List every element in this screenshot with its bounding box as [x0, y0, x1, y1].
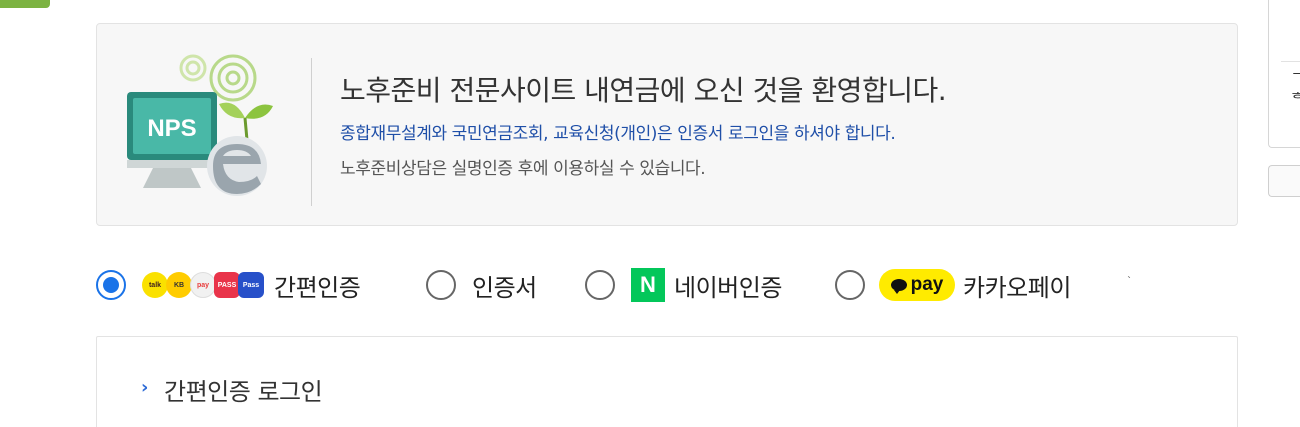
chevron-right-icon: ›: [141, 377, 149, 398]
kakao-icon: talk: [142, 272, 168, 298]
welcome-title: 노후준비 전문사이트 내연금에 오신 것을 환영합니다.: [340, 74, 947, 107]
auth-option-label: 카카오페이: [963, 273, 1071, 302]
payco-icon: pay: [190, 272, 216, 298]
consult-notice: 노후준비상담은 실명인증 후에 이용하실 수 있습니다.: [340, 159, 706, 179]
kakaopay-logo-icon: pay: [879, 269, 955, 301]
auth-option-simple[interactable]: talk KB pay PASS Pass 간편인증: [96, 260, 361, 310]
auth-option-label: 간편인증: [274, 273, 361, 302]
speech-bubble-icon: [890, 279, 907, 294]
welcome-banner: NPS 노후준비 전문사이트 내연금에 오신 것을 환영합니다. 종합재무설계와…: [96, 23, 1238, 226]
right-panel-text: ᄀᄒ: [1291, 70, 1300, 108]
auth-option-label: 네이버인증: [674, 273, 782, 302]
stray-mark: `: [1127, 276, 1132, 287]
login-section-title: 간편인증 로그인: [164, 378, 323, 406]
auth-method-selector: talk KB pay PASS Pass 간편인증 인증서 N 네이버인증 p…: [96, 260, 1196, 310]
nps-e-pension-illustration: NPS: [127, 54, 273, 196]
pass-icon: Pass: [238, 272, 264, 298]
auth-option-naver[interactable]: N 네이버인증: [585, 260, 782, 310]
right-panel-divider: [1281, 61, 1300, 62]
auth-option-cert[interactable]: 인증서: [426, 260, 537, 310]
auth-option-kakaopay[interactable]: pay 카카오페이: [835, 260, 1071, 310]
naver-logo-icon: N: [631, 268, 665, 302]
top-green-tab[interactable]: [0, 0, 50, 8]
nps-logo-text: NPS: [147, 115, 196, 142]
simple-auth-provider-icons: talk KB pay PASS Pass: [142, 272, 264, 298]
radio-simple-auth[interactable]: [96, 270, 126, 300]
radio-cert-auth[interactable]: [426, 270, 456, 300]
radio-naver-auth[interactable]: [585, 270, 615, 300]
kakaopay-logo-text: pay: [910, 274, 944, 295]
kb-icon: KB: [166, 272, 192, 298]
pass-icon: PASS: [214, 272, 240, 298]
simple-auth-login-panel: › 간편인증 로그인: [96, 336, 1238, 427]
right-side-panel: ᄀᄒ: [1268, 0, 1300, 148]
radio-kakaopay-auth[interactable]: [835, 270, 865, 300]
right-side-button[interactable]: [1268, 165, 1300, 197]
cert-login-notice: 종합재무설계와 국민연금조회, 교육신청(개인)은 인증서 로그인을 하셔야 합…: [340, 124, 896, 144]
welcome-divider: [311, 58, 312, 206]
auth-option-label: 인증서: [472, 273, 537, 302]
